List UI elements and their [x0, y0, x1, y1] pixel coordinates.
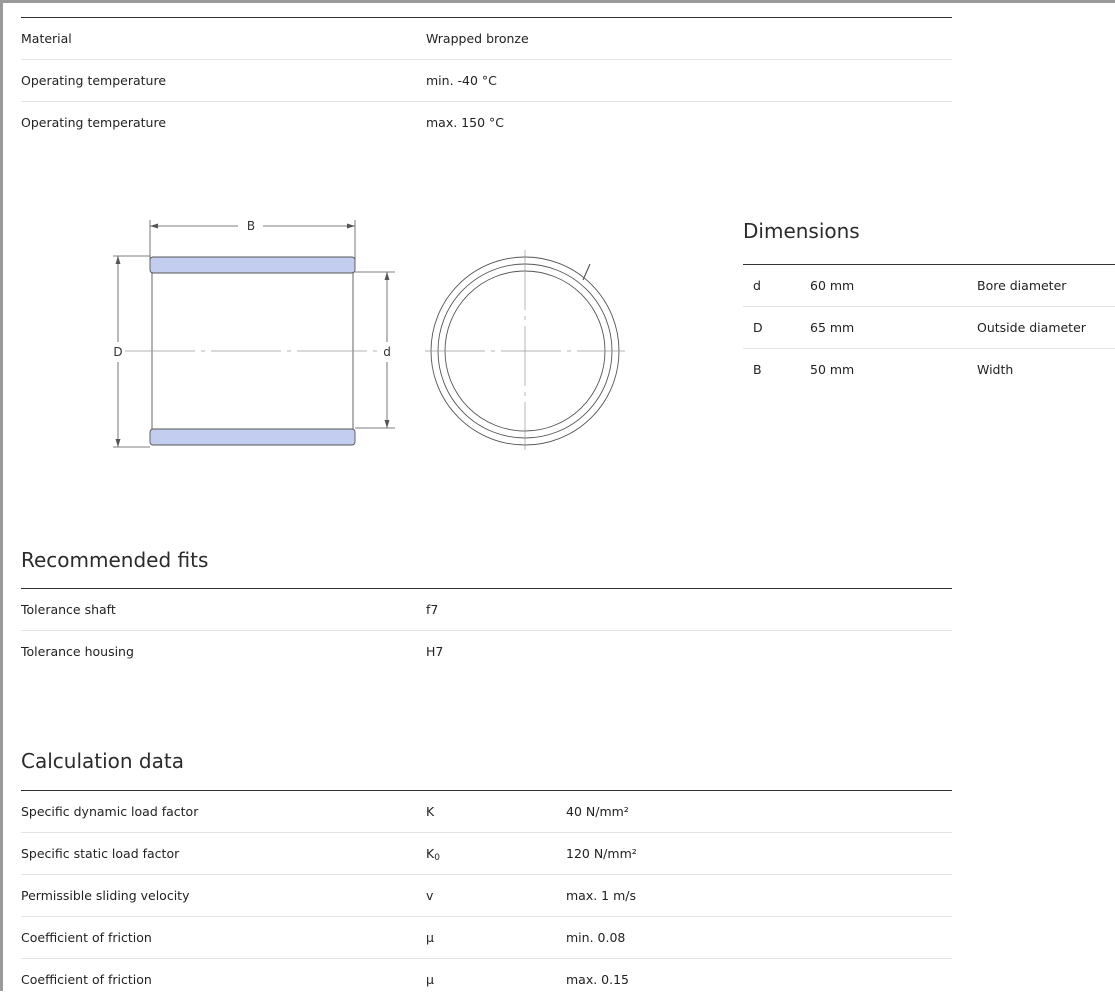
- dimension-value: 65 mm: [810, 320, 855, 335]
- calc-symbol: μ: [426, 930, 434, 945]
- calc-symbol: μ: [426, 972, 434, 987]
- table-row: Tolerance housing H7: [21, 631, 952, 672]
- dimension-value: 60 mm: [810, 278, 855, 293]
- calc-label: Permissible sliding velocity: [21, 888, 190, 903]
- dimension-value: 50 mm: [810, 362, 855, 377]
- calc-label: Coefficient of friction: [21, 930, 152, 945]
- label-d: d: [383, 345, 391, 359]
- calc-symbol: K0: [426, 846, 440, 863]
- label-D: D: [113, 345, 122, 359]
- recommended-fits-title: Recommended fits: [21, 548, 209, 572]
- table-row: Coefficient of friction μ max. 0.15: [21, 959, 952, 1000]
- calculation-data-title: Calculation data: [21, 749, 184, 773]
- fits-table: Tolerance shaft f7 Tolerance housing H7: [21, 588, 952, 672]
- property-label: Material: [21, 31, 72, 46]
- table-row: D 65 mm Outside diameter: [743, 307, 1115, 349]
- calc-value: max. 1 m/s: [566, 888, 637, 903]
- dimension-symbol: D: [753, 320, 763, 335]
- calc-symbol: v: [426, 888, 434, 903]
- calc-value: min. 0.08: [566, 930, 626, 945]
- calc-value: 120 N/mm²: [566, 846, 637, 861]
- calc-label: Specific dynamic load factor: [21, 804, 199, 819]
- dimension-symbol: d: [753, 278, 761, 293]
- bushing-wall-top: [149, 256, 356, 274]
- table-row: Operating temperature min. -40 °C: [21, 60, 952, 102]
- split-joint: [582, 263, 591, 281]
- fit-label: Tolerance shaft: [21, 602, 116, 617]
- fit-label: Tolerance housing: [21, 644, 134, 659]
- property-label: Operating temperature: [21, 115, 167, 130]
- fit-value: H7: [426, 644, 444, 659]
- bushing-wall-bottom: [149, 428, 356, 446]
- table-row: B 50 mm Width: [743, 349, 1115, 390]
- calc-label: Coefficient of friction: [21, 972, 152, 987]
- properties-table: Material Wrapped bronze Operating temper…: [21, 17, 952, 143]
- table-row: Permissible sliding velocity v max. 1 m/…: [21, 875, 952, 917]
- dimension-description: Outside diameter: [977, 320, 1086, 335]
- dimension-symbol: B: [753, 362, 762, 377]
- dimension-description: Width: [977, 362, 1014, 377]
- dimension-description: Bore diameter: [977, 278, 1067, 293]
- table-row: Material Wrapped bronze: [21, 18, 952, 60]
- table-row: d 60 mm Bore diameter: [743, 265, 1115, 307]
- table-row: Tolerance shaft f7: [21, 589, 952, 631]
- calc-value: 40 N/mm²: [566, 804, 629, 819]
- table-row: Specific dynamic load factor K 40 N/mm²: [21, 791, 952, 833]
- dimensions-title: Dimensions: [743, 219, 860, 243]
- fit-value: f7: [426, 602, 439, 617]
- property-value: max. 150 °C: [426, 115, 504, 130]
- property-label: Operating temperature: [21, 73, 167, 88]
- property-value: Wrapped bronze: [426, 31, 529, 46]
- calc-label: Specific static load factor: [21, 846, 180, 861]
- table-row: Coefficient of friction μ min. 0.08: [21, 917, 952, 959]
- bushing-drawing: B D d: [111, 218, 625, 450]
- calc-value: max. 0.15: [566, 972, 630, 987]
- dimensions-table: d 60 mm Bore diameter D 65 mm Outside di…: [743, 264, 1115, 390]
- calc-symbol: K: [426, 804, 435, 819]
- table-row: Specific static load factor K0 120 N/mm²: [21, 833, 952, 875]
- table-row: Operating temperature max. 150 °C: [21, 102, 952, 143]
- label-B: B: [247, 219, 255, 233]
- calculation-table: Specific dynamic load factor K 40 N/mm² …: [21, 790, 952, 1000]
- property-value: min. -40 °C: [426, 73, 497, 88]
